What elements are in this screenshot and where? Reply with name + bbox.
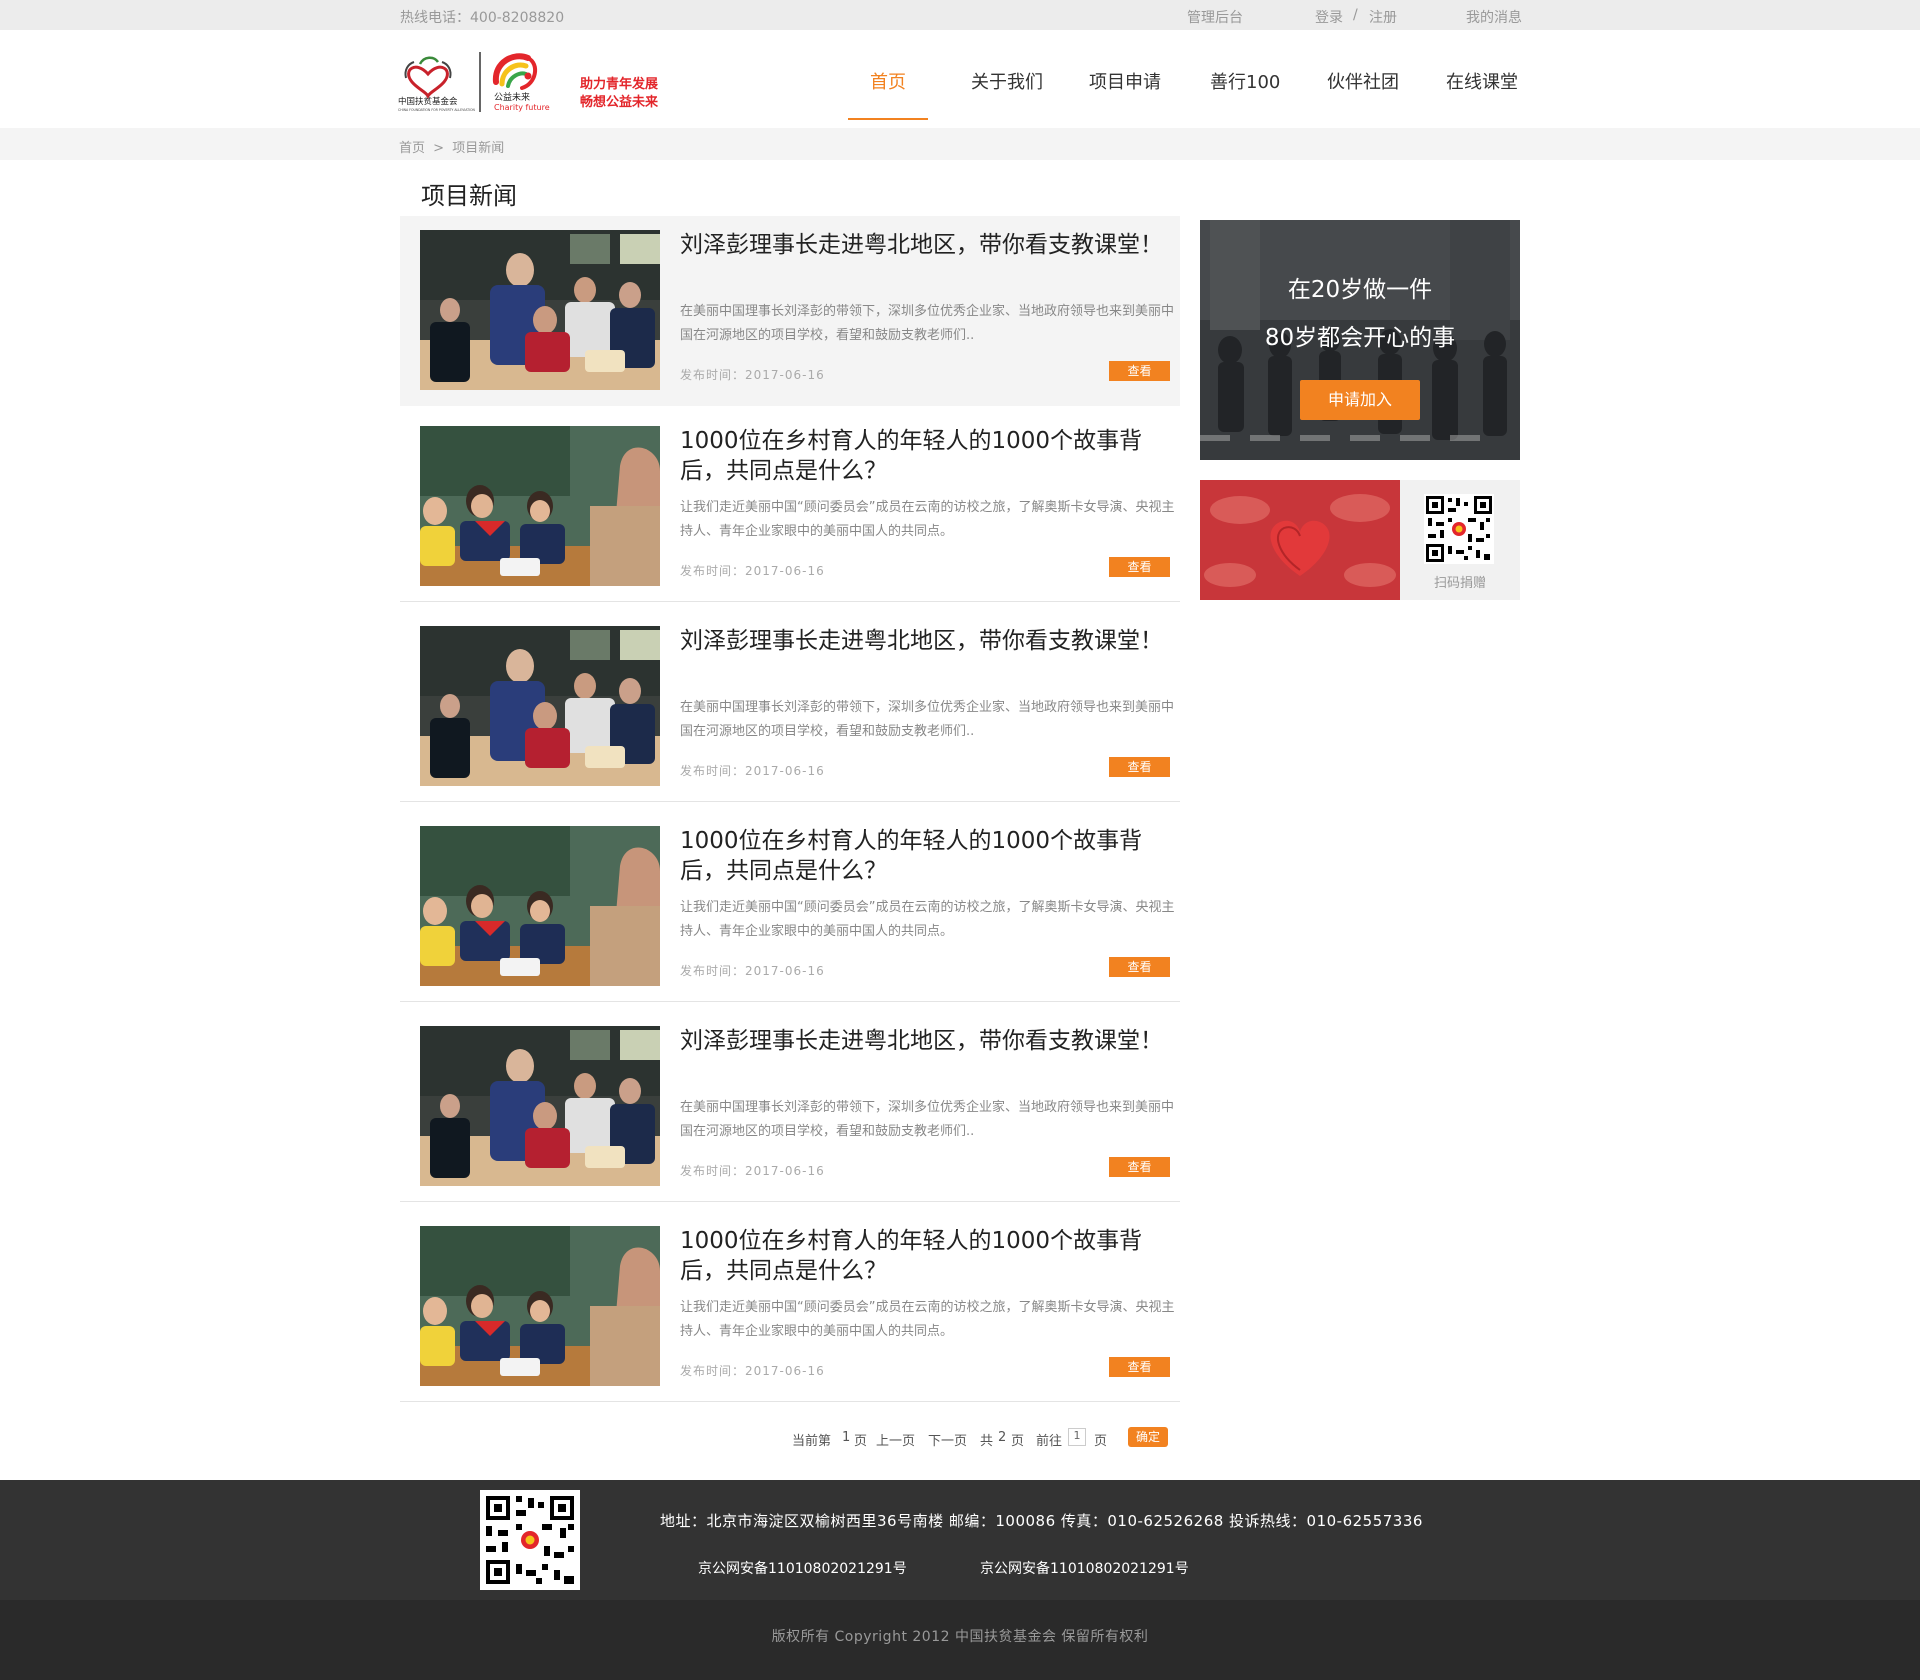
- pager-next-link[interactable]: 下一页: [928, 1430, 967, 1449]
- pager-current-prefix: 当前第: [792, 1434, 832, 1449]
- pager-current-page: 1: [842, 1430, 851, 1445]
- my-messages-link[interactable]: 我的消息: [1466, 7, 1522, 27]
- pager-total-pages: 2: [998, 1430, 1007, 1445]
- breadcrumb-current: 项目新闻: [452, 141, 505, 156]
- news-date: 发布时间：2017-06-16: [680, 964, 825, 978]
- news-date: 发布时间：2017-06-16: [680, 1164, 825, 1178]
- pager-goto-prefix: 前往: [1036, 1434, 1063, 1449]
- slogan-line-2: 畅想公益未来: [580, 94, 659, 110]
- breadcrumb: 首页 > 项目新闻: [0, 128, 1920, 160]
- news-title[interactable]: 1000位在乡村育人的年轻人的1000个故事背后，共同点是什么？: [680, 826, 1180, 886]
- apply-promo-banner[interactable]: 在20岁做一件 80岁都会开心的事 申请加入: [1200, 220, 1520, 460]
- news-thumbnail[interactable]: [420, 826, 660, 986]
- nav-item-about[interactable]: 关于我们: [971, 68, 1043, 94]
- hands-heart-image: [1200, 480, 1400, 600]
- news-summary: 在美丽中国理事长刘泽彭的带领下，深圳多位优秀企业家、当地政府领导也来到美丽中国在…: [680, 700, 1175, 739]
- news-summary: 让我们走近美丽中国“顾问委员会”成员在云南的访校之旅，了解奥斯卡女导演、央视主持…: [680, 500, 1175, 539]
- foundation-emblem-icon: [404, 56, 452, 100]
- site-logo[interactable]: 中国扶贫基金会 CHINA FOUNDATION FOR POVERTY ALL…: [398, 44, 698, 116]
- pager-prev-link[interactable]: 上一页: [876, 1430, 915, 1449]
- view-button[interactable]: 查看: [1109, 1357, 1170, 1377]
- promo-line-1: 在20岁做一件: [1287, 277, 1433, 303]
- news-date: 发布时间：2017-06-16: [680, 564, 825, 578]
- apply-join-button[interactable]: 申请加入: [1300, 380, 1420, 420]
- view-button[interactable]: 查看: [1109, 957, 1170, 977]
- pager-total-suffix: 页: [1011, 1434, 1025, 1449]
- news-title[interactable]: 刘泽彭理事长走进粤北地区，带你看支教课堂！: [680, 626, 1180, 656]
- pager-confirm-button[interactable]: 确定: [1128, 1427, 1168, 1447]
- breadcrumb-separator: >: [433, 141, 445, 156]
- pager-goto-suffix: 页: [1094, 1434, 1108, 1449]
- nav-item-apply[interactable]: 项目申请: [1089, 68, 1161, 94]
- footer-copyright: 版权所有 Copyright 2012 中国扶贫基金会 保留所有权利: [771, 1629, 1149, 1645]
- news-date: 发布时间：2017-06-16: [680, 368, 825, 382]
- news-thumbnail[interactable]: [420, 230, 660, 390]
- register-link[interactable]: 注册: [1369, 7, 1397, 27]
- footer-address: 地址：北京市海淀区双榆树西里36号南楼 邮编：100086 传真：010-625…: [660, 1512, 1423, 1530]
- news-title[interactable]: 1000位在乡村育人的年轻人的1000个故事背后，共同点是什么？: [680, 426, 1180, 486]
- breadcrumb-home[interactable]: 首页: [399, 141, 425, 156]
- footer-qr-code-icon: [480, 1490, 580, 1590]
- news-date: 发布时间：2017-06-16: [680, 764, 825, 778]
- news-summary: 在美丽中国理事长刘泽彭的带领下，深圳多位优秀企业家、当地政府领导也来到美丽中国在…: [680, 1100, 1175, 1139]
- list-item[interactable]: 1000位在乡村育人的年轻人的1000个故事背后，共同点是什么？ 让我们走近美丽…: [400, 1212, 1180, 1402]
- view-button[interactable]: 查看: [1109, 361, 1170, 381]
- site-header: 中国扶贫基金会 CHINA FOUNDATION FOR POVERTY ALL…: [0, 30, 1920, 128]
- login-register-separator: /: [1353, 7, 1358, 23]
- brand-name-en: Charity future: [494, 103, 550, 112]
- news-summary: 让我们走近美丽中国“顾问委员会”成员在云南的访校之旅，了解奥斯卡女导演、央视主持…: [680, 900, 1175, 939]
- page-number-input[interactable]: 1: [1068, 1428, 1086, 1446]
- list-item[interactable]: 刘泽彭理事长走进粤北地区，带你看支教课堂！ 在美丽中国理事长刘泽彭的带领下，深圳…: [400, 216, 1180, 406]
- slogan-line-1: 助力青年发展: [580, 76, 659, 92]
- donate-qr-panel: 扫码捐赠: [1200, 480, 1520, 600]
- news-thumbnail[interactable]: [420, 1026, 660, 1186]
- nav-item-home[interactable]: 首页: [870, 68, 906, 94]
- news-thumbnail[interactable]: [420, 1226, 660, 1386]
- footer-icp-2[interactable]: 京公网安备11010802021291号: [980, 1558, 1189, 1578]
- foundation-name-en: CHINA FOUNDATION FOR POVERTY ALLEVIATION: [398, 108, 476, 112]
- list-item[interactable]: 1000位在乡村育人的年轻人的1000个故事背后，共同点是什么？ 让我们走近美丽…: [400, 812, 1180, 1002]
- news-thumbnail[interactable]: [420, 626, 660, 786]
- news-summary: 让我们走近美丽中国“顾问委员会”成员在云南的访校之旅，了解奥斯卡女导演、央视主持…: [680, 1300, 1175, 1339]
- nav-item-partners[interactable]: 伙伴社团: [1327, 68, 1399, 94]
- donate-qr-label: 扫码捐赠: [1433, 576, 1486, 591]
- news-summary: 在美丽中国理事长刘泽彭的带领下，深圳多位优秀企业家、当地政府领导也来到美丽中国在…: [680, 304, 1175, 343]
- list-item[interactable]: 1000位在乡村育人的年轻人的1000个故事背后，共同点是什么？ 让我们走近美丽…: [400, 412, 1180, 602]
- donate-qr-code-icon[interactable]: [1424, 494, 1494, 564]
- footer-copyright-bar: 版权所有 Copyright 2012 中国扶贫基金会 保留所有权利: [0, 1600, 1920, 1680]
- footer-icp-1[interactable]: 京公网安备11010802021291号: [698, 1558, 907, 1578]
- list-item[interactable]: 刘泽彭理事长走进粤北地区，带你看支教课堂！ 在美丽中国理事长刘泽彭的带领下，深圳…: [400, 1012, 1180, 1202]
- page-title: 项目新闻: [421, 182, 517, 210]
- view-button[interactable]: 查看: [1109, 1157, 1170, 1177]
- charity-future-logo-icon: [492, 53, 538, 90]
- nav-item-shanxing100[interactable]: 善行100: [1210, 68, 1280, 94]
- admin-link[interactable]: 管理后台: [1187, 7, 1243, 27]
- nav-item-online-class[interactable]: 在线课堂: [1446, 68, 1518, 94]
- view-button[interactable]: 查看: [1109, 557, 1170, 577]
- news-date: 发布时间：2017-06-16: [680, 1364, 825, 1378]
- news-title[interactable]: 刘泽彭理事长走进粤北地区，带你看支教课堂！: [680, 1026, 1180, 1056]
- list-item[interactable]: 刘泽彭理事长走进粤北地区，带你看支教课堂！ 在美丽中国理事长刘泽彭的带领下，深圳…: [400, 612, 1180, 802]
- news-title[interactable]: 1000位在乡村育人的年轻人的1000个故事背后，共同点是什么？: [680, 1226, 1180, 1286]
- nav-active-underline: [848, 118, 928, 120]
- pager-current-unit: 页: [854, 1434, 868, 1449]
- login-link[interactable]: 登录: [1315, 7, 1343, 27]
- pager-total-prefix: 共: [980, 1434, 994, 1449]
- top-bar: 热线电话：400-8208820 管理后台 登录 / 注册 我的消息: [0, 0, 1920, 30]
- promo-line-2: 80岁都会开心的事: [1264, 325, 1456, 351]
- view-button[interactable]: 查看: [1109, 757, 1170, 777]
- hotline-text: 热线电话：400-8208820: [400, 10, 565, 26]
- foundation-name: 中国扶贫基金会: [398, 96, 458, 107]
- news-title[interactable]: 刘泽彭理事长走进粤北地区，带你看支教课堂！: [680, 230, 1180, 260]
- brand-name: 公益未来: [494, 91, 530, 103]
- news-thumbnail[interactable]: [420, 426, 660, 586]
- footer-info: 地址：北京市海淀区双榆树西里36号南楼 邮编：100086 传真：010-625…: [0, 1480, 1920, 1600]
